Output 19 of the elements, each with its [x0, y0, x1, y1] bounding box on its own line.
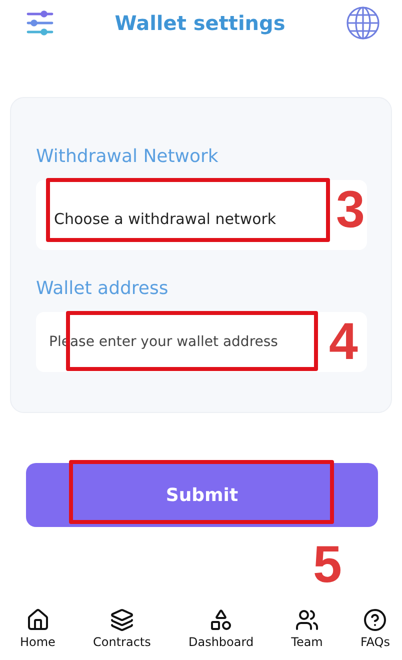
- help-icon: [363, 608, 388, 632]
- home-icon: [26, 608, 50, 632]
- field-label: Wallet address: [36, 278, 170, 299]
- shapes-icon: [209, 608, 234, 632]
- nav-tab[interactable]: Home: [20, 608, 56, 656]
- layers-icon: [110, 608, 134, 632]
- annotation-number: 4: [329, 316, 358, 368]
- page-title: Wallet settings: [114, 10, 286, 34]
- submit-button[interactable]: Submit: [26, 463, 378, 527]
- people-icon: [295, 608, 320, 632]
- annotation-number: 3: [336, 184, 365, 236]
- nav-tab[interactable]: Contracts: [93, 608, 151, 656]
- field-label: Withdrawal Network: [36, 146, 220, 167]
- globe-icon[interactable]: [346, 6, 380, 40]
- nav-tab[interactable]: Team: [291, 608, 323, 656]
- annotation-number: 5: [313, 539, 342, 591]
- nav-tab[interactable]: FAQs: [360, 608, 390, 656]
- nav-tab[interactable]: Dashboard: [188, 608, 254, 656]
- sliders-icon[interactable]: [26, 8, 54, 36]
